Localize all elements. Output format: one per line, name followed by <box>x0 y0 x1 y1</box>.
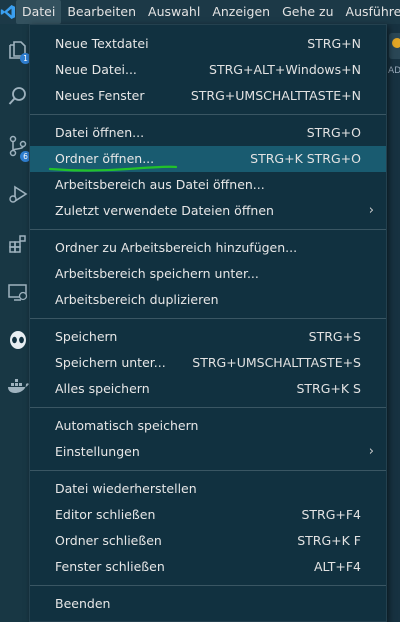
menu-item-open-file[interactable]: Datei öffnen... STRG+O <box>30 120 386 146</box>
menu-bar: Datei Bearbeiten Auswahl Anzeigen Gehe z… <box>0 0 400 24</box>
menu-file[interactable]: Datei <box>16 0 62 24</box>
menu-item-open-workspace-from-file[interactable]: Arbeitsbereich aus Datei öffnen... <box>30 172 386 198</box>
file-menu-dropdown: Neue Textdatei STRG+N Neue Datei... STRG… <box>29 24 387 622</box>
editor-area <box>387 24 400 622</box>
menu-separator <box>30 114 386 115</box>
editor-tab-icon[interactable] <box>389 33 400 59</box>
menu-view[interactable]: Anzeigen <box>206 0 276 24</box>
menu-item-save-as[interactable]: Speichern unter... STRG+UMSCHALTTASTE+S <box>30 350 386 376</box>
menu-item-auto-save[interactable]: Automatisch speichern <box>30 413 386 439</box>
menu-item-close-folder[interactable]: Ordner schließen STRG+K F <box>30 528 386 554</box>
menu-separator <box>30 229 386 230</box>
menu-separator <box>30 407 386 408</box>
chevron-right-icon: › <box>368 203 374 218</box>
chevron-right-icon: › <box>368 444 374 459</box>
menu-item-preferences[interactable]: Einstellungen › <box>30 439 386 465</box>
menu-item-save[interactable]: Speichern STRG+S <box>30 324 386 350</box>
menu-separator <box>30 585 386 586</box>
menu-item-open-folder[interactable]: Ordner öffnen... STRG+K STRG+O <box>30 146 386 172</box>
menu-item-revert-file[interactable]: Datei wiederherstellen <box>30 476 386 502</box>
menu-edit[interactable]: Bearbeiten <box>61 0 142 24</box>
menu-item-save-workspace-as[interactable]: Arbeitsbereich speichern unter... <box>30 261 386 287</box>
menu-item-close-window[interactable]: Fenster schließen ALT+F4 <box>30 554 386 580</box>
editor-peek-text: AD <box>388 66 400 76</box>
menu-selection[interactable]: Auswahl <box>142 0 206 24</box>
menu-item-new-text-file[interactable]: Neue Textdatei STRG+N <box>30 31 386 57</box>
menu-run[interactable]: Ausführen <box>340 0 400 24</box>
menu-separator <box>30 318 386 319</box>
menu-item-exit[interactable]: Beenden <box>30 591 386 617</box>
menu-separator <box>30 470 386 471</box>
menu-item-add-folder-to-workspace[interactable]: Ordner zu Arbeitsbereich hinzufügen... <box>30 235 386 261</box>
vscode-logo-icon <box>0 0 16 24</box>
menu-item-open-recent[interactable]: Zuletzt verwendete Dateien öffnen › <box>30 198 386 224</box>
menu-item-save-all[interactable]: Alles speichern STRG+K S <box>30 376 386 402</box>
menu-go[interactable]: Gehe zu <box>276 0 339 24</box>
menu-item-duplicate-workspace[interactable]: Arbeitsbereich duplizieren <box>30 287 386 313</box>
menu-item-new-window[interactable]: Neues Fenster STRG+UMSCHALTTASTE+N <box>30 83 386 109</box>
menu-item-new-file[interactable]: Neue Datei... STRG+ALT+Windows+N <box>30 57 386 83</box>
menu-item-close-editor[interactable]: Editor schließen STRG+F4 <box>30 502 386 528</box>
